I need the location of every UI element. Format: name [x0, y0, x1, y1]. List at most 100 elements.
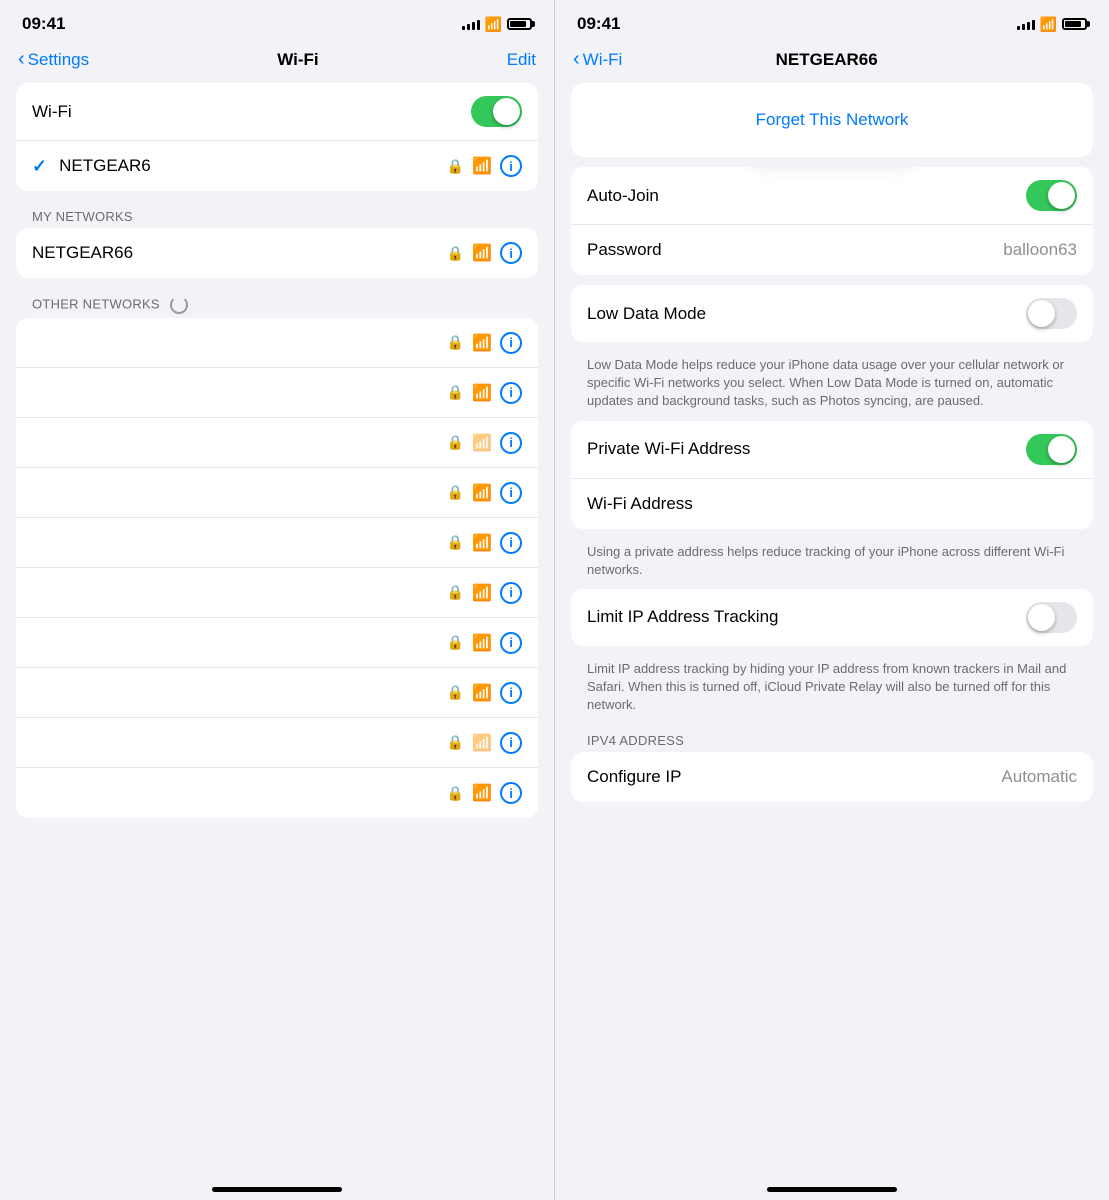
connected-network-icons: 🔒 📶 i [447, 155, 522, 177]
home-indicator-left [0, 1175, 554, 1200]
lock-icon-other-6: 🔒 [447, 634, 464, 651]
info-button-other-3[interactable]: i [500, 482, 522, 504]
lock-icon-other-5: 🔒 [447, 584, 464, 601]
signal-bars-right [1017, 18, 1035, 30]
other-network-row-7[interactable]: 🔒 📶 i [16, 668, 538, 718]
info-button-other-0[interactable]: i [500, 332, 522, 354]
info-button-other-5[interactable]: i [500, 582, 522, 604]
password-value: balloon63 [1003, 240, 1077, 260]
limit-ip-description: Limit IP address tracking by hiding your… [571, 656, 1093, 725]
info-button-my-0[interactable]: i [500, 242, 522, 264]
ipv4-header: IPV4 ADDRESS [571, 725, 1093, 752]
lock-icon-my-0: 🔒 [447, 245, 464, 262]
configure-ip-row[interactable]: Configure IP Automatic [571, 752, 1093, 802]
other-network-row-5[interactable]: 🔒 📶 i [16, 568, 538, 618]
wifi-signal-icon-other-5: 📶 [472, 583, 492, 603]
password-row[interactable]: Password balloon63 [571, 225, 1093, 275]
wifi-status-icon-right: 📶 [1040, 16, 1057, 33]
status-bar-right: 09:41 📶 [555, 0, 1109, 44]
right-content: Forget This Network Auto-Join Copy Speak [555, 83, 1109, 1175]
private-wifi-toggle[interactable] [1026, 434, 1077, 465]
wifi-signal-icon-other-9: 📶 [472, 783, 492, 803]
lock-icon-other-7: 🔒 [447, 684, 464, 701]
checkmark-icon: ✓ [32, 156, 47, 177]
lock-icon-connected: 🔒 [447, 158, 464, 175]
forget-network-group: Forget This Network [571, 83, 1093, 157]
back-button-right[interactable]: ‹ Wi-Fi [573, 48, 622, 71]
edit-button[interactable]: Edit [507, 50, 536, 70]
home-indicator-right [555, 1175, 1109, 1200]
wifi-signal-icon-other-2: 📶 [472, 433, 492, 453]
other-network-row-8[interactable]: 🔒 📶 i [16, 718, 538, 768]
wifi-status-icon-left: 📶 [485, 16, 502, 33]
home-bar-right [767, 1187, 897, 1192]
my-networks-group: NETGEAR66 🔒 📶 i [16, 228, 538, 278]
info-button-other-1[interactable]: i [500, 382, 522, 404]
other-network-row-6[interactable]: 🔒 📶 i [16, 618, 538, 668]
other-networks-header: OTHER NETWORKS [16, 288, 538, 318]
info-button-other-6[interactable]: i [500, 632, 522, 654]
other-network-row-4[interactable]: 🔒 📶 i [16, 518, 538, 568]
chevron-right-back-icon: ‹ [573, 48, 580, 71]
auto-join-label: Auto-Join [587, 186, 1026, 206]
wifi-signal-icon-other-7: 📶 [472, 683, 492, 703]
page-title-left: Wi-Fi [277, 50, 318, 70]
low-data-mode-group: Low Data Mode [571, 285, 1093, 342]
left-content: Wi-Fi ✓ NETGEAR6 🔒 📶 i MY NETWORKS NETGE… [0, 83, 554, 1175]
low-data-mode-description: Low Data Mode helps reduce your iPhone d… [571, 352, 1093, 421]
forget-network-row[interactable]: Forget This Network [571, 83, 1093, 157]
configure-ip-group: Configure IP Automatic [571, 752, 1093, 802]
lock-icon-other-8: 🔒 [447, 734, 464, 751]
info-button-other-2[interactable]: i [500, 432, 522, 454]
wifi-address-description: Using a private address helps reduce tra… [571, 539, 1093, 589]
my-network-row-0[interactable]: NETGEAR66 🔒 📶 i [16, 228, 538, 278]
connected-network-row[interactable]: ✓ NETGEAR6 🔒 📶 i [16, 141, 538, 191]
my-network-name-0: NETGEAR66 [32, 243, 133, 263]
low-data-mode-toggle[interactable] [1026, 298, 1077, 329]
status-bar-left: 09:41 📶 [0, 0, 554, 44]
auto-join-toggle[interactable] [1026, 180, 1077, 211]
forget-network-button[interactable]: Forget This Network [587, 96, 1077, 144]
nav-bar-right: ‹ Wi-Fi NETGEAR66 [555, 44, 1109, 83]
back-label-right: Wi-Fi [583, 50, 623, 70]
other-network-row-0[interactable]: 🔒 📶 i [16, 318, 538, 368]
wifi-address-row: Wi-Fi Address [571, 479, 1093, 529]
info-button-other-9[interactable]: i [500, 782, 522, 804]
wifi-signal-icon-other-3: 📶 [472, 483, 492, 503]
limit-ip-toggle[interactable] [1026, 602, 1077, 633]
configure-ip-value: Automatic [1001, 767, 1077, 787]
info-button-other-7[interactable]: i [500, 682, 522, 704]
wifi-signal-icon-other-8: 📶 [472, 733, 492, 753]
other-networks-group: 🔒 📶 i 🔒 📶 i 🔒 📶 i [16, 318, 538, 818]
wifi-toggle-row: Wi-Fi [16, 83, 538, 141]
info-button-other-4[interactable]: i [500, 532, 522, 554]
connected-network-name: NETGEAR6 [59, 156, 151, 176]
home-bar-left [212, 1187, 342, 1192]
password-label: Password [587, 240, 1003, 260]
back-button-left[interactable]: ‹ Settings [18, 48, 89, 71]
chevron-left-icon: ‹ [18, 48, 25, 71]
info-button-connected[interactable]: i [500, 155, 522, 177]
configure-ip-label: Configure IP [587, 767, 1001, 787]
auto-join-row: Auto-Join Copy Speak [571, 167, 1093, 225]
auto-join-group: Auto-Join Copy Speak Password balloon63 [571, 167, 1093, 275]
my-network-icons-0: 🔒 📶 i [447, 242, 522, 264]
signal-bars-left [462, 18, 480, 30]
wifi-signal-icon-other-6: 📶 [472, 633, 492, 653]
low-data-mode-row: Low Data Mode [571, 285, 1093, 342]
other-network-row-3[interactable]: 🔒 📶 i [16, 468, 538, 518]
private-wifi-row: Private Wi-Fi Address [571, 421, 1093, 479]
left-panel: 09:41 📶 ‹ Settings Wi-Fi Edit Wi-F [0, 0, 554, 1200]
battery-icon-right [1062, 18, 1087, 30]
info-button-other-8[interactable]: i [500, 732, 522, 754]
other-network-row-9[interactable]: 🔒 📶 i [16, 768, 538, 818]
other-network-row-1[interactable]: 🔒 📶 i [16, 368, 538, 418]
status-icons-right: 📶 [1017, 16, 1087, 33]
wifi-signal-icon-other-4: 📶 [472, 533, 492, 553]
other-network-row-2[interactable]: 🔒 📶 i [16, 418, 538, 468]
lock-icon-other-1: 🔒 [447, 384, 464, 401]
lock-icon-other-3: 🔒 [447, 484, 464, 501]
lock-icon-other-0: 🔒 [447, 334, 464, 351]
lock-icon-other-4: 🔒 [447, 534, 464, 551]
wifi-toggle[interactable] [471, 96, 522, 127]
